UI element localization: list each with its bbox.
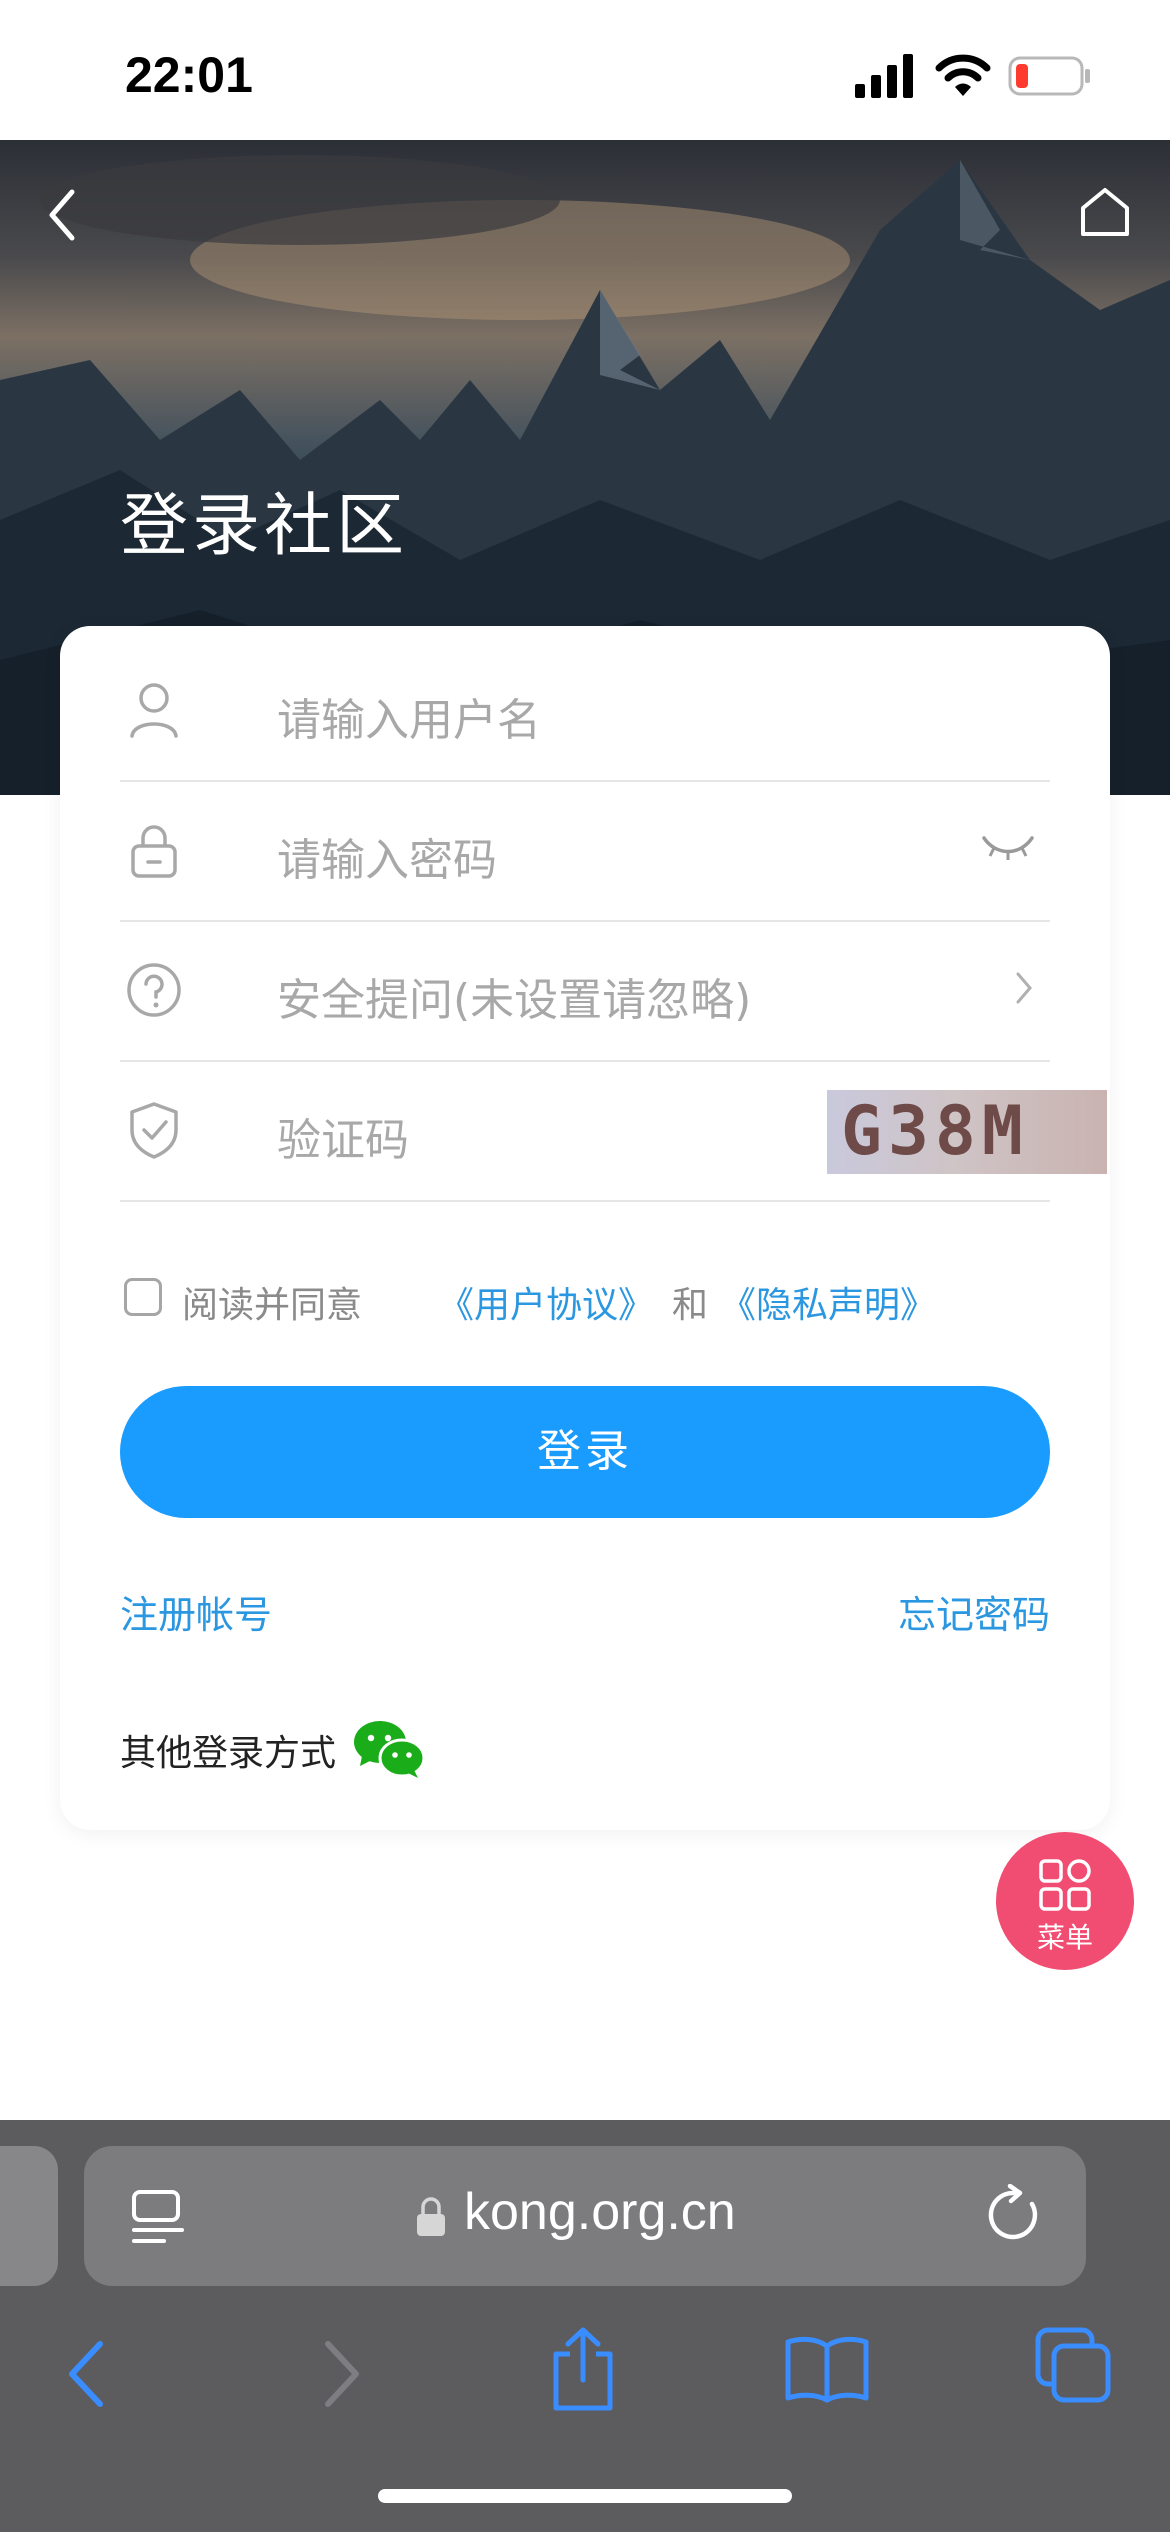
cellular-signal-icon — [855, 54, 913, 98]
page-menu-icon[interactable] — [130, 2188, 186, 2246]
agreement-row: 阅读并同意 《用户协议》 和 《隐私声明》 — [120, 1266, 1050, 1326]
menu-fab-button[interactable]: 菜单 — [996, 1832, 1134, 1970]
bookmarks-icon[interactable] — [784, 2334, 870, 2404]
battery-icon — [1008, 56, 1090, 96]
eye-closed-icon[interactable] — [980, 828, 1036, 868]
register-link[interactable]: 注册帐号 — [120, 1584, 272, 1639]
agree-checkbox[interactable] — [124, 1278, 162, 1316]
and-text: 和 — [672, 1285, 709, 1326]
tabs-icon[interactable] — [1034, 2326, 1114, 2406]
browser-nav-row — [0, 2314, 1170, 2444]
security-question-select[interactable]: 安全提问(未设置请忽略) — [277, 964, 751, 1028]
browser-back-icon[interactable] — [62, 2334, 112, 2414]
username-field[interactable]: 请输入用户名 — [120, 640, 1050, 782]
status-time: 22:01 — [125, 47, 253, 103]
share-icon[interactable] — [548, 2324, 618, 2414]
username-input[interactable]: 请输入用户名 — [277, 684, 541, 748]
page-title: 登录社区 — [120, 487, 409, 566]
other-login-label: 其他登录方式 — [120, 1733, 337, 1774]
wifi-icon — [935, 54, 991, 96]
address-bar[interactable]: kong.org.cn — [84, 2146, 1086, 2286]
lock-icon — [417, 2197, 445, 2236]
login-button[interactable]: 登录 — [120, 1386, 1050, 1518]
forgot-password-link[interactable]: 忘记密码 — [898, 1584, 1050, 1639]
captcha-input[interactable]: 验证码 — [277, 1104, 409, 1168]
status-bar: 22:01 — [0, 0, 1170, 140]
browser-toolbar: kong.org.cn — [0, 2120, 1170, 2532]
captcha-image[interactable]: G38M — [827, 1090, 1107, 1174]
lock-icon — [131, 825, 177, 878]
password-field[interactable]: 请输入密码 — [120, 780, 1050, 922]
apps-grid-icon — [1039, 1859, 1091, 1911]
previous-tab-preview[interactable] — [0, 2146, 58, 2286]
password-input[interactable]: 请输入密码 — [277, 824, 497, 888]
home-icon[interactable] — [1075, 182, 1135, 242]
chevron-right-icon — [1016, 972, 1032, 1004]
home-indicator[interactable] — [378, 2489, 792, 2503]
agree-text: 阅读并同意 — [182, 1285, 363, 1326]
user-agreement-link[interactable]: 《用户协议》 — [438, 1276, 654, 1328]
reload-icon[interactable] — [984, 2184, 1046, 2246]
wechat-icon[interactable] — [352, 1718, 426, 1780]
captcha-field[interactable]: 验证码 G38M — [120, 1060, 1107, 1202]
menu-label: 菜单 — [1036, 1921, 1093, 1954]
browser-forward-icon[interactable] — [316, 2334, 366, 2414]
question-icon — [127, 963, 181, 1017]
privacy-statement-link[interactable]: 《隐私声明》 — [720, 1276, 936, 1328]
login-card: 请输入用户名 请输入密码 安全提问(未设置请忽略) 验证码 G38M 阅读并同意… — [60, 626, 1110, 1830]
security-question-field[interactable]: 安全提问(未设置请忽略) — [120, 920, 1050, 1062]
url-text[interactable]: kong.org.cn — [464, 2182, 736, 2242]
shield-check-icon — [130, 1102, 178, 1159]
user-icon — [130, 683, 178, 738]
back-icon[interactable] — [40, 180, 90, 250]
